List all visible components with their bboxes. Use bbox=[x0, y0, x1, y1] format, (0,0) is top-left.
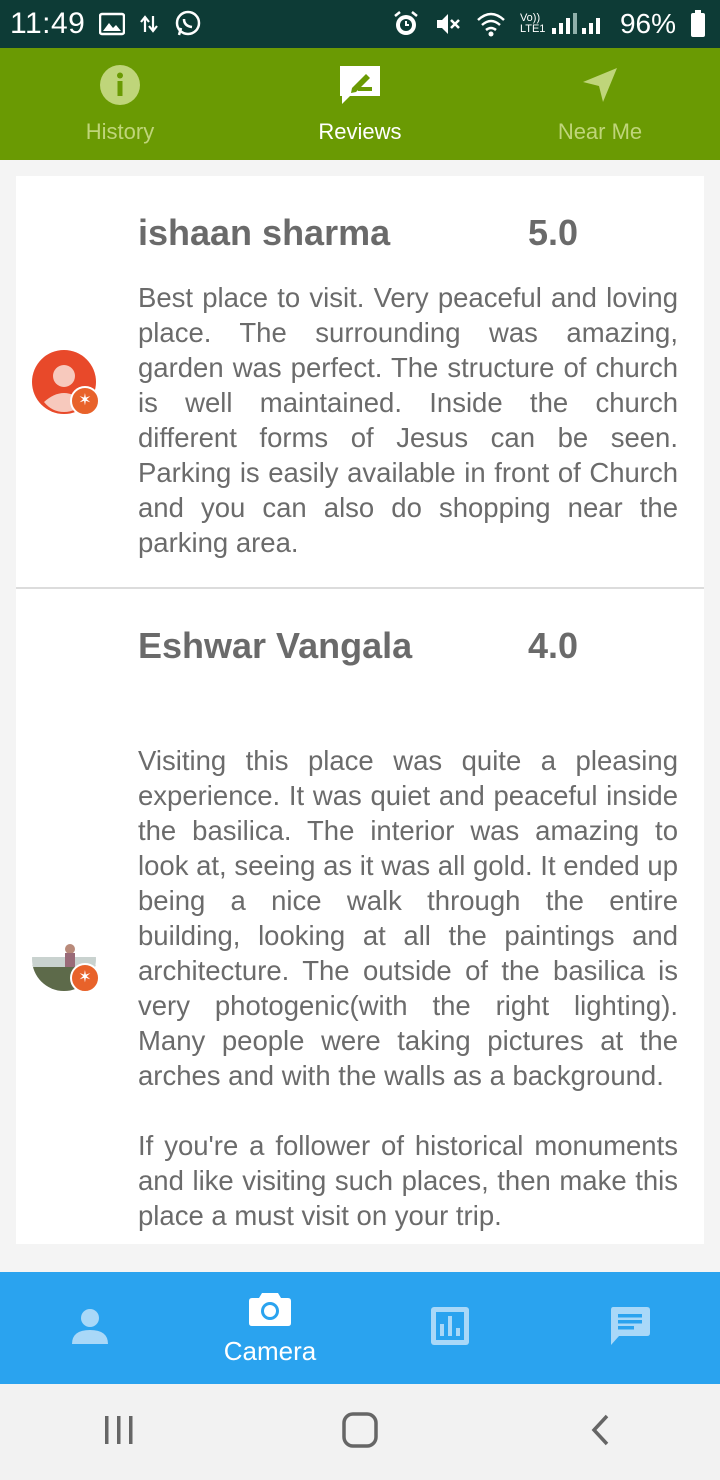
tab-history-label: History bbox=[85, 119, 155, 144]
home-icon bbox=[342, 1411, 378, 1448]
back-icon bbox=[591, 1414, 608, 1445]
tab-near-me[interactable]: Near Me bbox=[480, 48, 720, 160]
system-nav-bar bbox=[0, 1384, 720, 1480]
back-button[interactable] bbox=[583, 1412, 619, 1453]
person-icon bbox=[70, 1306, 110, 1351]
top-tab-bar: History Reviews Near Me bbox=[0, 48, 720, 160]
wifi-icon bbox=[476, 11, 506, 37]
review-header: ishaan sharma 5.0 bbox=[138, 210, 578, 256]
tab-reviews-label: Reviews bbox=[318, 119, 402, 144]
bottom-nav-camera-label: Camera bbox=[223, 1336, 317, 1366]
info-icon bbox=[99, 64, 141, 111]
bottom-nav-profile[interactable] bbox=[0, 1272, 180, 1384]
review-rating: 4.0 bbox=[527, 625, 578, 666]
avatar[interactable]: ✶ bbox=[32, 927, 100, 993]
tab-history[interactable]: History bbox=[0, 48, 240, 160]
battery-icon bbox=[690, 10, 706, 38]
whatsapp-icon bbox=[173, 9, 203, 39]
chart-icon bbox=[430, 1306, 470, 1351]
local-guide-badge-icon: ✶ bbox=[70, 963, 100, 993]
bottom-nav-stats[interactable] bbox=[360, 1272, 540, 1384]
battery-percent: 96% bbox=[619, 8, 676, 39]
bottom-nav: Camera bbox=[0, 1272, 720, 1384]
review-card[interactable]: ✶ ishaan sharma 5.0 Best place to visit.… bbox=[16, 176, 704, 589]
reviewer-name: Eshwar Vangala bbox=[138, 625, 413, 666]
local-guide-badge-icon: ✶ bbox=[70, 386, 100, 416]
review-card[interactable]: ✶ Eshwar Vangala 4.0 Visiting this place… bbox=[16, 589, 704, 1244]
data-transfer-icon bbox=[139, 12, 159, 36]
review-list[interactable]: ✶ ishaan sharma 5.0 Best place to visit.… bbox=[16, 176, 704, 1244]
tab-near-me-label: Near Me bbox=[557, 119, 643, 144]
mute-icon bbox=[434, 10, 462, 38]
signal-icon: Vo)) LTE1 bbox=[520, 12, 606, 36]
status-right: Vo)) LTE1 96% bbox=[392, 8, 706, 40]
navigation-icon bbox=[579, 64, 621, 111]
status-time: 11:49 bbox=[10, 7, 86, 40]
avatar[interactable]: ✶ bbox=[32, 350, 100, 416]
bottom-nav-camera[interactable]: Camera bbox=[180, 1272, 360, 1384]
review-rating: 5.0 bbox=[527, 212, 578, 253]
reviewer-name: ishaan sharma bbox=[138, 212, 391, 253]
review-header: Eshwar Vangala 4.0 bbox=[138, 623, 578, 669]
bottom-nav-messages[interactable] bbox=[540, 1272, 720, 1384]
image-icon bbox=[99, 12, 126, 36]
tab-reviews[interactable]: Reviews bbox=[240, 48, 480, 160]
recent-apps-button[interactable] bbox=[101, 1412, 137, 1453]
home-button[interactable] bbox=[340, 1410, 380, 1455]
status-bar: 11:49 Vo)) LTE1 96% bbox=[0, 0, 720, 48]
review-text: Best place to visit. Very peaceful and l… bbox=[138, 282, 678, 558]
recent-apps-icon bbox=[105, 1415, 133, 1444]
alarm-icon bbox=[392, 10, 420, 38]
review-icon bbox=[338, 64, 382, 111]
review-text: Visiting this place was quite a pleasing… bbox=[138, 745, 678, 1231]
camera-icon bbox=[248, 1289, 292, 1332]
chat-icon bbox=[609, 1305, 651, 1352]
status-left: 11:49 bbox=[10, 7, 203, 41]
